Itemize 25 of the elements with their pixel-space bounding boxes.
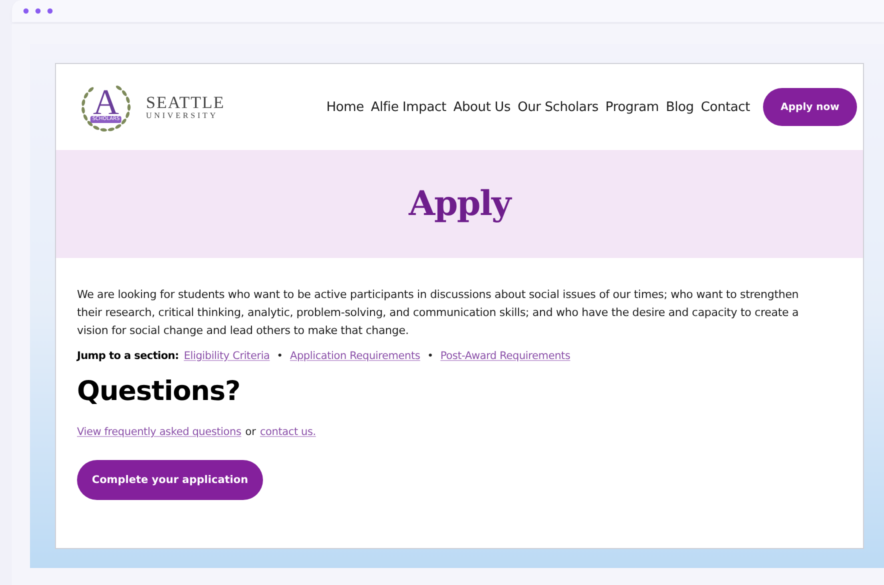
- nav-link[interactable]: Home: [326, 100, 364, 114]
- section-link[interactable]: Application Requirements: [290, 350, 420, 362]
- intro-paragraph: We are looking for students who want to be active participants in discussions about social issues of our times; who want to strengthen their research, critical thinking, analytic, problem-solving, and communication skills; and who have the desire and capacity to create a vision for social change and lead others to make that change.: [77, 287, 800, 339]
- section-link[interactable]: Post-Award Requirements: [440, 350, 570, 362]
- questions-heading: Questions?: [77, 376, 242, 407]
- bullet-separator: •: [427, 350, 434, 362]
- faq-link[interactable]: View frequently asked questions: [77, 426, 242, 438]
- nav-link[interactable]: Our Scholars: [518, 100, 598, 114]
- jump-label: Jump to a section:: [77, 350, 179, 362]
- nav-link[interactable]: Blog: [666, 100, 694, 114]
- nav-link[interactable]: Program: [605, 100, 659, 114]
- bullet-separator: •: [276, 350, 283, 362]
- nav-link[interactable]: About Us: [453, 100, 511, 114]
- logo-subname: UNIVERSITY: [146, 110, 219, 120]
- complete-application-button[interactable]: Complete your application: [77, 460, 263, 500]
- window-dots-icon: [23, 8, 53, 14]
- logo-name: SEATTLE: [146, 94, 225, 110]
- page-title: Apply: [408, 184, 510, 224]
- nav-link[interactable]: Contact: [700, 100, 750, 114]
- logo-letter: A: [93, 88, 119, 116]
- nav-link[interactable]: Alfie Impact: [370, 100, 446, 114]
- apply-now-button[interactable]: Apply now: [763, 88, 857, 126]
- contact-link[interactable]: contact us.: [260, 426, 316, 438]
- section-link[interactable]: Eligibility Criteria: [184, 350, 270, 362]
- joiner-text: or: [245, 426, 256, 438]
